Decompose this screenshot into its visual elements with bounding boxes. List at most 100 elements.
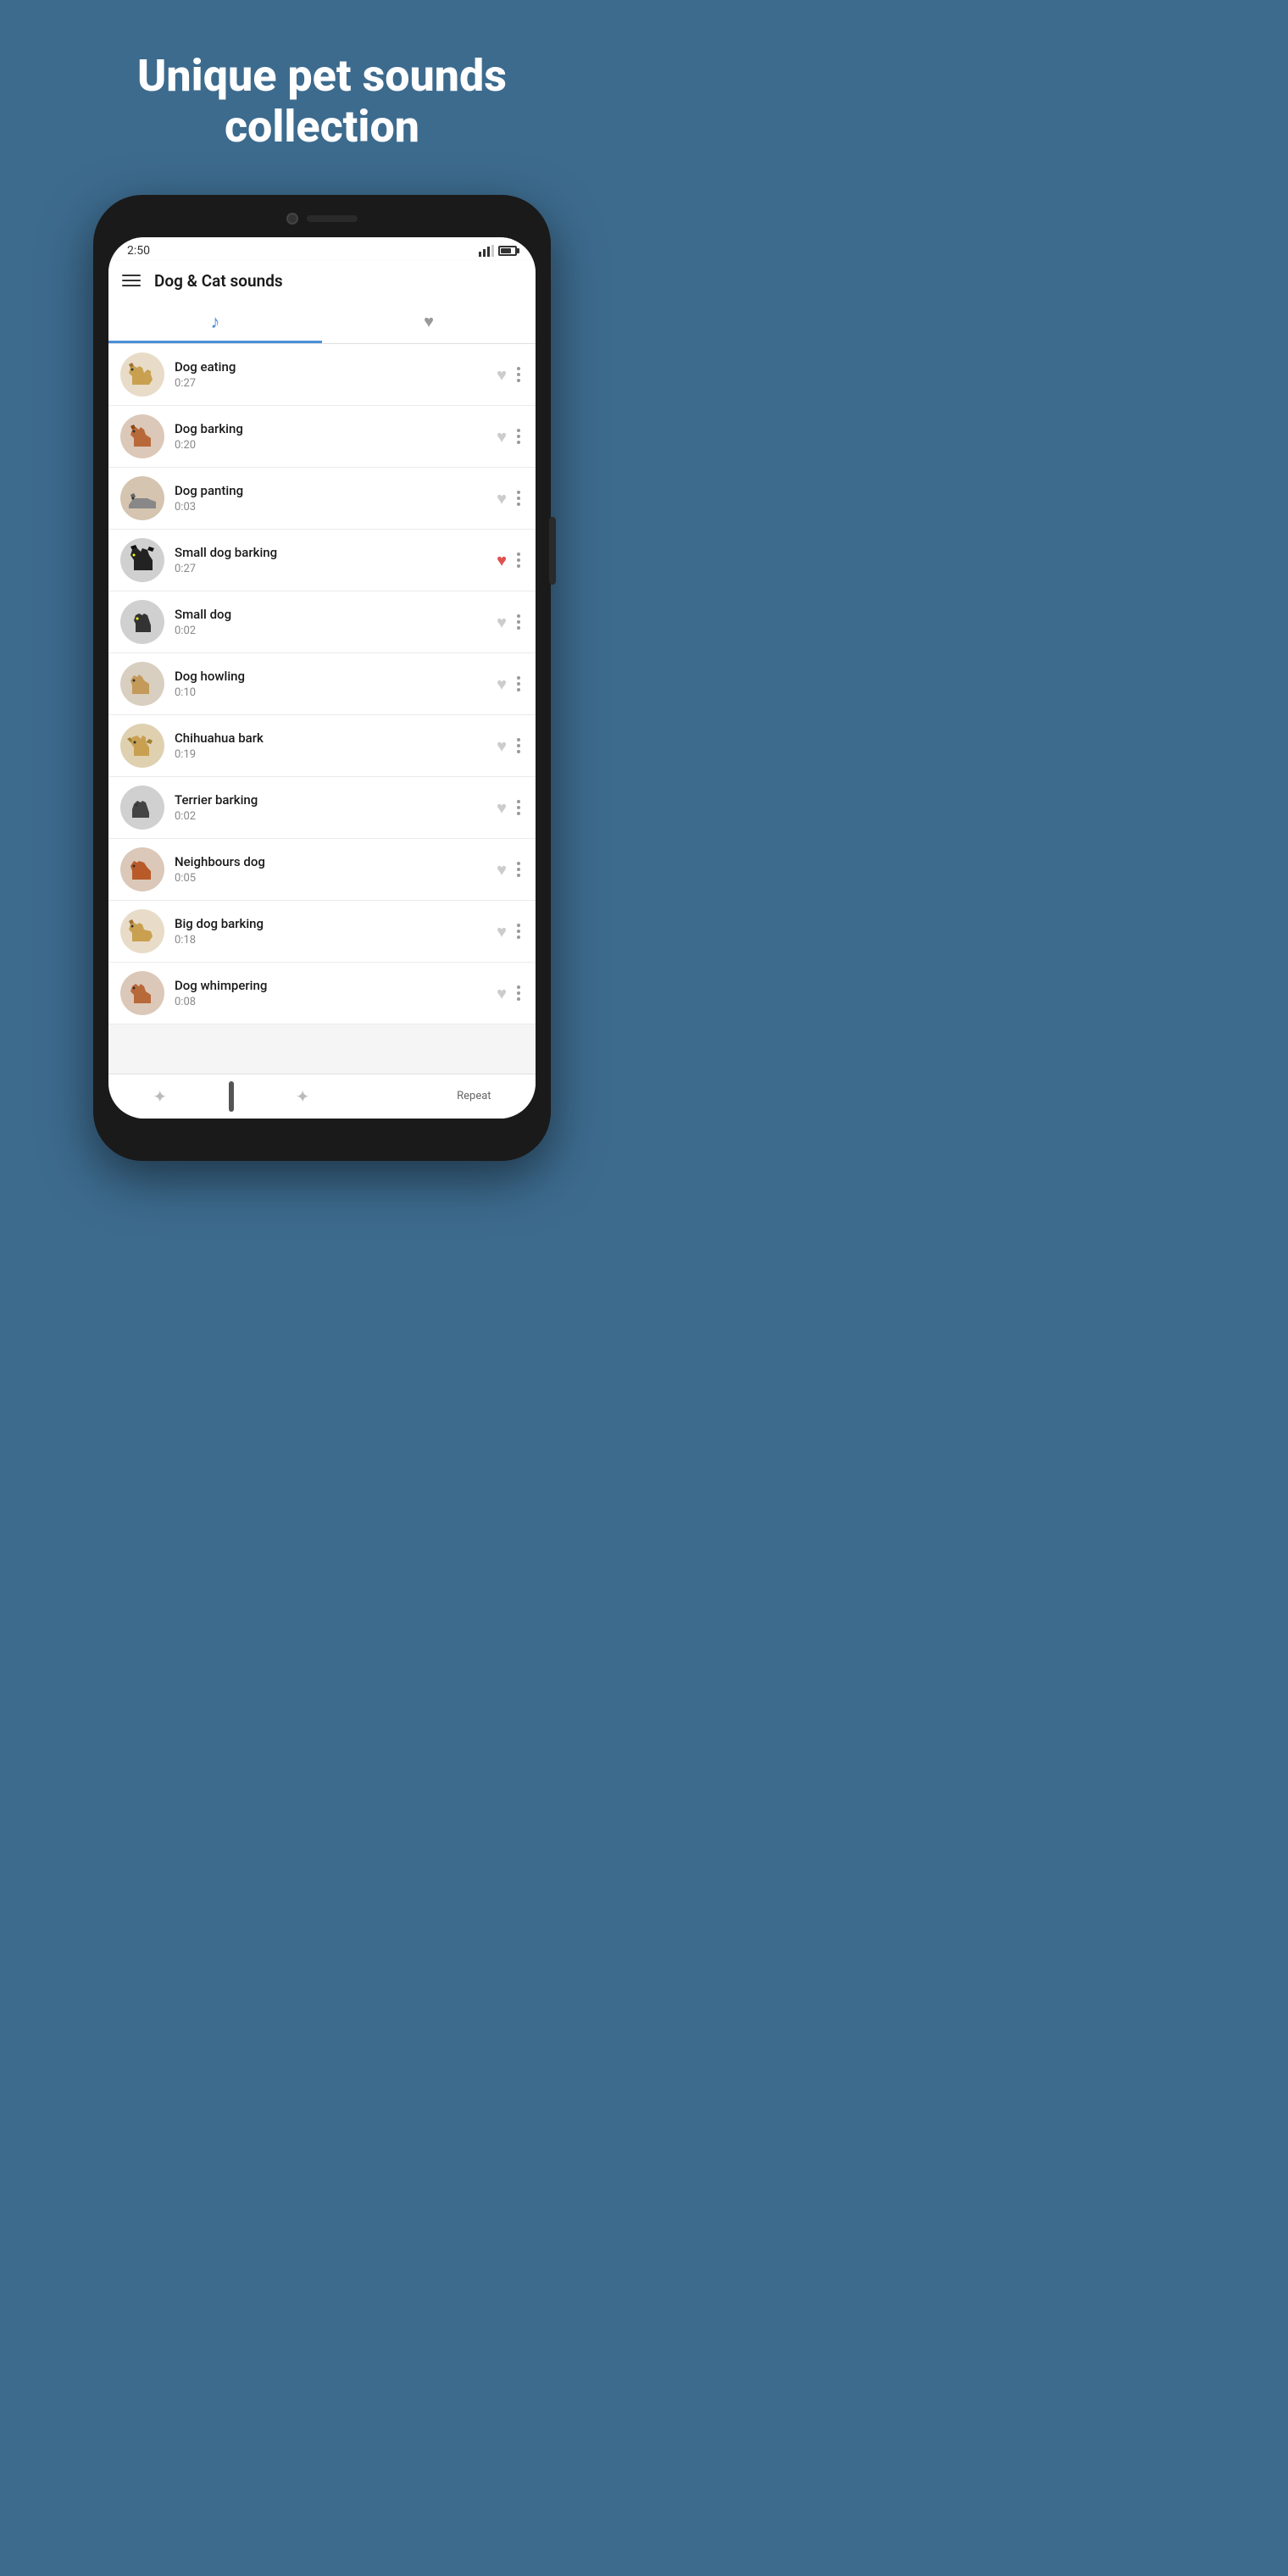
sound-duration: 0:27 xyxy=(175,563,486,575)
sound-item[interactable]: Dog whimpering 0:08 ♥ xyxy=(108,963,536,1024)
app-header: Dog & Cat sounds xyxy=(108,261,536,301)
sound-duration: 0:08 xyxy=(175,996,486,1008)
tab-sounds[interactable]: ♪ xyxy=(108,301,322,343)
shuffle-icon-right[interactable]: ✦ xyxy=(296,1086,310,1107)
sound-avatar xyxy=(120,847,164,891)
more-options-button[interactable] xyxy=(514,489,524,508)
favorite-button[interactable]: ♥ xyxy=(497,737,507,754)
more-options-button[interactable] xyxy=(514,984,524,1002)
sound-avatar xyxy=(120,353,164,397)
sound-actions: ♥ xyxy=(497,613,524,631)
more-options-button[interactable] xyxy=(514,736,524,755)
sound-avatar xyxy=(120,724,164,768)
sound-name: Dog howling xyxy=(175,669,486,684)
more-options-button[interactable] xyxy=(514,365,524,384)
sound-duration: 0:10 xyxy=(175,686,486,699)
sound-name: Dog eating xyxy=(175,359,486,375)
tabs-bar: ♪ ♥ xyxy=(108,301,536,344)
sound-name: Neighbours dog xyxy=(175,854,486,869)
more-options-button[interactable] xyxy=(514,551,524,569)
sound-actions: ♥ xyxy=(497,736,524,755)
play-scrubber[interactable] xyxy=(229,1081,234,1112)
sound-info: Chihuahua bark 0:19 xyxy=(175,730,486,761)
favorite-button[interactable]: ♥ xyxy=(497,490,507,507)
sound-actions: ♥ xyxy=(497,860,524,879)
phone-device: 2:50 Dog & Cat sounds xyxy=(93,195,551,1161)
sound-name: Dog whimpering xyxy=(175,978,486,993)
sound-duration: 0:18 xyxy=(175,934,486,947)
sound-info: Dog eating 0:27 xyxy=(175,359,486,390)
sound-name: Dog barking xyxy=(175,421,486,436)
sound-info: Small dog 0:02 xyxy=(175,607,486,637)
more-options-button[interactable] xyxy=(514,675,524,693)
favorite-button[interactable]: ♥ xyxy=(497,799,507,816)
more-options-button[interactable] xyxy=(514,798,524,817)
favorite-button[interactable]: ♥ xyxy=(497,428,507,445)
sound-name: Dog panting xyxy=(175,483,486,498)
sound-actions: ♥ xyxy=(497,984,524,1002)
sound-avatar xyxy=(120,414,164,458)
more-options-button[interactable] xyxy=(514,613,524,631)
repeat-button[interactable]: Repeat xyxy=(457,1090,491,1102)
battery-fill xyxy=(501,248,511,253)
sound-item[interactable]: Dog eating 0:27 ♥ xyxy=(108,344,536,406)
sound-item[interactable]: Chihuahua bark 0:19 ♥ xyxy=(108,715,536,777)
sound-item[interactable]: Small dog 0:02 ♥ xyxy=(108,591,536,653)
sound-item[interactable]: Dog howling 0:10 ♥ xyxy=(108,653,536,715)
bottom-nav: ✦ ✦ Repeat xyxy=(108,1074,536,1119)
status-icons xyxy=(479,245,517,257)
sound-name: Chihuahua bark xyxy=(175,730,486,746)
favorite-button[interactable]: ♥ xyxy=(497,985,507,1002)
sound-item[interactable]: Dog panting0:03♥ xyxy=(108,468,536,530)
sound-actions: ♥ xyxy=(497,922,524,941)
sound-name: Terrier barking xyxy=(175,792,486,808)
moon-icon[interactable] xyxy=(371,1085,395,1108)
sound-avatar xyxy=(120,476,164,520)
sound-duration: 0:02 xyxy=(175,625,486,637)
favorite-button[interactable]: ♥ xyxy=(497,613,507,630)
favorite-button[interactable]: ♥ xyxy=(497,675,507,692)
battery-icon xyxy=(498,246,517,256)
sound-info: Big dog barking0:18 xyxy=(175,916,486,947)
sound-duration: 0:02 xyxy=(175,810,486,823)
sound-avatar xyxy=(120,971,164,1015)
sound-duration: 0:27 xyxy=(175,377,486,390)
sound-item[interactable]: Neighbours dog 0:05 ♥ xyxy=(108,839,536,901)
tab-favorites[interactable]: ♥ xyxy=(322,301,536,343)
shuffle-icon[interactable]: ✦ xyxy=(153,1086,167,1107)
more-options-button[interactable] xyxy=(514,922,524,941)
sound-item[interactable]: Big dog barking0:18 ♥ xyxy=(108,901,536,963)
sound-actions: ♥ xyxy=(497,551,524,569)
hamburger-menu-button[interactable] xyxy=(122,275,141,286)
sound-info: Neighbours dog 0:05 xyxy=(175,854,486,885)
side-button xyxy=(549,517,556,585)
favorite-button[interactable]: ♥ xyxy=(497,552,507,569)
favorite-button[interactable]: ♥ xyxy=(497,366,507,383)
sound-duration: 0:19 xyxy=(175,748,486,761)
sound-item[interactable]: Terrier barking 0:02 ♥ xyxy=(108,777,536,839)
hero-title: Unique pet sounds collection xyxy=(0,0,644,186)
sound-item[interactable]: Dog barking0:20 ♥ xyxy=(108,406,536,468)
phone-top-bar xyxy=(254,207,390,230)
favorite-button[interactable]: ♥ xyxy=(497,861,507,878)
sound-actions: ♥ xyxy=(497,489,524,508)
sound-actions: ♥ xyxy=(497,365,524,384)
sound-item[interactable]: Small dog barking 0:27 ♥ xyxy=(108,530,536,591)
sound-duration: 0:05 xyxy=(175,872,486,885)
sound-list: Dog eating0:27♥Dog barking0:20♥Dog panti… xyxy=(108,344,536,1074)
sound-info: Dog barking0:20 xyxy=(175,421,486,452)
more-options-button[interactable] xyxy=(514,860,524,879)
sound-name: Small dog barking xyxy=(175,545,486,560)
status-time: 2:50 xyxy=(127,244,150,258)
sound-avatar xyxy=(120,662,164,706)
favorite-button[interactable]: ♥ xyxy=(497,923,507,940)
heart-tab-icon: ♥ xyxy=(424,311,434,332)
sound-info: Terrier barking 0:02 xyxy=(175,792,486,823)
sound-avatar xyxy=(120,538,164,582)
status-bar: 2:50 xyxy=(108,237,536,261)
sound-name: Small dog xyxy=(175,607,486,622)
speaker-slot xyxy=(307,215,358,222)
more-options-button[interactable] xyxy=(514,427,524,446)
sound-actions: ♥ xyxy=(497,675,524,693)
sound-info: Small dog barking 0:27 xyxy=(175,545,486,575)
